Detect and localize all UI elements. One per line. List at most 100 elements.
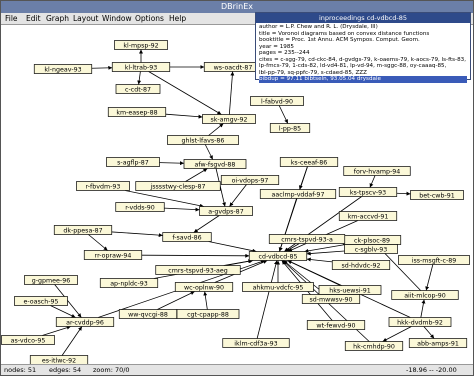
graph-node[interactable]: km-easep-88: [107, 107, 167, 117]
graph-node[interactable]: cmrs-tspvd-93-a: [268, 234, 346, 244]
graph-node[interactable]: iklm-cdf3a-93: [222, 338, 290, 348]
graph-edge[interactable]: [165, 113, 203, 119]
graph-node[interactable]: c-cdt-87: [115, 84, 161, 94]
graph-node[interactable]: oi-vdops-97: [220, 175, 280, 185]
graph-edge[interactable]: [306, 257, 333, 263]
graph-node[interactable]: es-itlwc-92: [29, 355, 89, 365]
graph-node[interactable]: r-vdds-90: [115, 202, 165, 212]
graph-edge[interactable]: [256, 260, 278, 339]
graph-node[interactable]: hk-cmhdp-90: [344, 341, 404, 351]
graph-node[interactable]: ck-plsoc-89: [342, 235, 402, 245]
graph-node[interactable]: s-agflp-87: [106, 157, 160, 167]
graph-node[interactable]: km-accvd-91: [338, 211, 398, 221]
graph-edge[interactable]: [369, 175, 376, 188]
graph-node-label: aaclmp-vddaf-97: [272, 191, 325, 198]
graph-node[interactable]: l-fabvd-90: [250, 96, 304, 106]
graph-node[interactable]: aaclmp-vddaf-97: [259, 189, 337, 199]
graph-node[interactable]: ww-qvcgi-88: [118, 309, 178, 319]
graph-edge[interactable]: [185, 168, 208, 182]
graph-node[interactable]: sd-hdvdc-92: [331, 260, 391, 270]
graph-edge[interactable]: [203, 291, 208, 310]
graph-edge[interactable]: [88, 234, 108, 251]
graph-node[interactable]: cgt-cpapp-88: [176, 309, 240, 319]
graph-node[interactable]: e-oasch-95: [14, 296, 68, 306]
graph-node-label: ar-cvddp-96: [66, 319, 104, 326]
graph-node[interactable]: kl-ngeav-93: [33, 64, 93, 74]
graph-node-label: ap-npldc-93: [110, 280, 148, 287]
graph-node-label: r-fbvdm-93: [86, 183, 121, 190]
graph-edge[interactable]: [208, 123, 224, 136]
graph-node[interactable]: wc-oplnw-90: [174, 282, 234, 292]
graph-edge[interactable]: [137, 71, 142, 85]
graph-edge[interactable]: [423, 326, 435, 339]
graph-node[interactable]: abb-amps-91: [408, 338, 468, 348]
graph-node[interactable]: f-savd-86: [162, 232, 212, 242]
menu-help[interactable]: Help: [169, 13, 186, 24]
graph-edge[interactable]: [298, 166, 308, 190]
graph-node[interactable]: as-vdco-95: [1, 335, 55, 345]
menu-window[interactable]: Window: [102, 13, 132, 24]
graph-edge[interactable]: [278, 105, 289, 124]
graph-node[interactable]: wt-fewvd-90: [306, 320, 366, 330]
graph-edge[interactable]: [61, 326, 83, 356]
graph-node[interactable]: jsssstwy-clesp-87: [135, 181, 221, 191]
graph-edge[interactable]: [159, 161, 185, 166]
graph-node[interactable]: forv-hvamp-94: [343, 166, 411, 176]
graph-node-label: ww-qvcgi-88: [128, 311, 168, 318]
info-panel[interactable]: inproceedings cd-vdbcd-85 author = L.P. …: [255, 12, 471, 83]
graph-edge[interactable]: [208, 241, 257, 253]
graph-node[interactable]: ks-tpscv-93: [338, 187, 398, 197]
graph-node[interactable]: kl-mpsp-92: [114, 40, 168, 50]
graph-node[interactable]: ks-ceeaf-86: [279, 157, 339, 167]
graph-edge[interactable]: [141, 253, 250, 258]
menu-options[interactable]: Options: [135, 13, 164, 24]
graph-node[interactable]: hkk-dvdmb-92: [388, 317, 452, 327]
info-line-selected: bibdup = 97.11 bibtseln, 93.05.04 drysda…: [259, 76, 467, 83]
graph-node[interactable]: iss-msgft-c-89: [398, 255, 470, 265]
graph-node[interactable]: l-pp-85: [269, 123, 311, 133]
graph-node[interactable]: g-gpmee-96: [24, 275, 78, 285]
graph-node[interactable]: a-gvdps-87: [199, 206, 253, 216]
graph-edge[interactable]: [91, 65, 113, 70]
graph-edge[interactable]: [164, 207, 200, 212]
graph-node[interactable]: ghlst-lfavs-86: [167, 135, 239, 145]
graph-edge[interactable]: [304, 244, 346, 253]
graph-edge[interactable]: [50, 305, 76, 318]
graph-edge[interactable]: [111, 231, 163, 238]
graph-node[interactable]: aiit-mlcop-90: [391, 290, 459, 300]
graph-edge[interactable]: [420, 299, 426, 318]
menu-graph[interactable]: Graph: [46, 13, 69, 24]
graph-node-label: l-fabvd-90: [261, 98, 293, 105]
graph-node[interactable]: dk-ppesa-87: [53, 225, 113, 235]
graph-node[interactable]: cd-vdbcd-85: [248, 251, 308, 261]
graph-node[interactable]: sd-mwwsv-90: [301, 294, 361, 304]
menu-file[interactable]: File: [5, 13, 18, 24]
graph-node[interactable]: ap-npldc-93: [99, 278, 159, 288]
graph-node[interactable]: c-sgblv-93: [344, 244, 398, 254]
graph-edge[interactable]: [382, 326, 412, 342]
status-coords: -18.96 -- -20.00: [406, 366, 457, 374]
graph-node[interactable]: r-fbvdm-93: [76, 181, 130, 191]
graph-node[interactable]: cmrs-tspvd-93-aeg: [155, 265, 241, 275]
graph-node[interactable]: kl-ltrab-93: [111, 62, 171, 72]
graph-edge[interactable]: [396, 191, 411, 196]
graph-node[interactable]: bet-cwb-91: [410, 190, 464, 200]
graph-node[interactable]: ar-cvddp-96: [55, 317, 115, 327]
graph-node[interactable]: rr-opraw-94: [83, 250, 143, 260]
menu-layout[interactable]: Layout: [73, 13, 99, 24]
graph-edge[interactable]: [228, 71, 235, 115]
graph-node[interactable]: afw-fsgvd-88: [183, 159, 247, 169]
graph-node[interactable]: ahkmu-vdcfc-95: [242, 282, 314, 292]
graph-node-label: km-easep-88: [116, 109, 157, 116]
graph-edge[interactable]: [229, 184, 247, 207]
graph-edge[interactable]: [306, 250, 345, 256]
graph-node[interactable]: ws-oacdt-87: [203, 62, 263, 72]
graph-edge[interactable]: [157, 291, 195, 310]
graph-edge[interactable]: [193, 215, 220, 233]
menu-edit[interactable]: Edit: [26, 13, 41, 24]
graph-node[interactable]: sk-amgv-92: [202, 114, 256, 124]
graph-edge[interactable]: [42, 325, 71, 336]
graph-edge[interactable]: [425, 264, 434, 291]
graph-edge[interactable]: [204, 144, 214, 160]
graph-node[interactable]: hks-uewsi-91: [318, 285, 382, 295]
